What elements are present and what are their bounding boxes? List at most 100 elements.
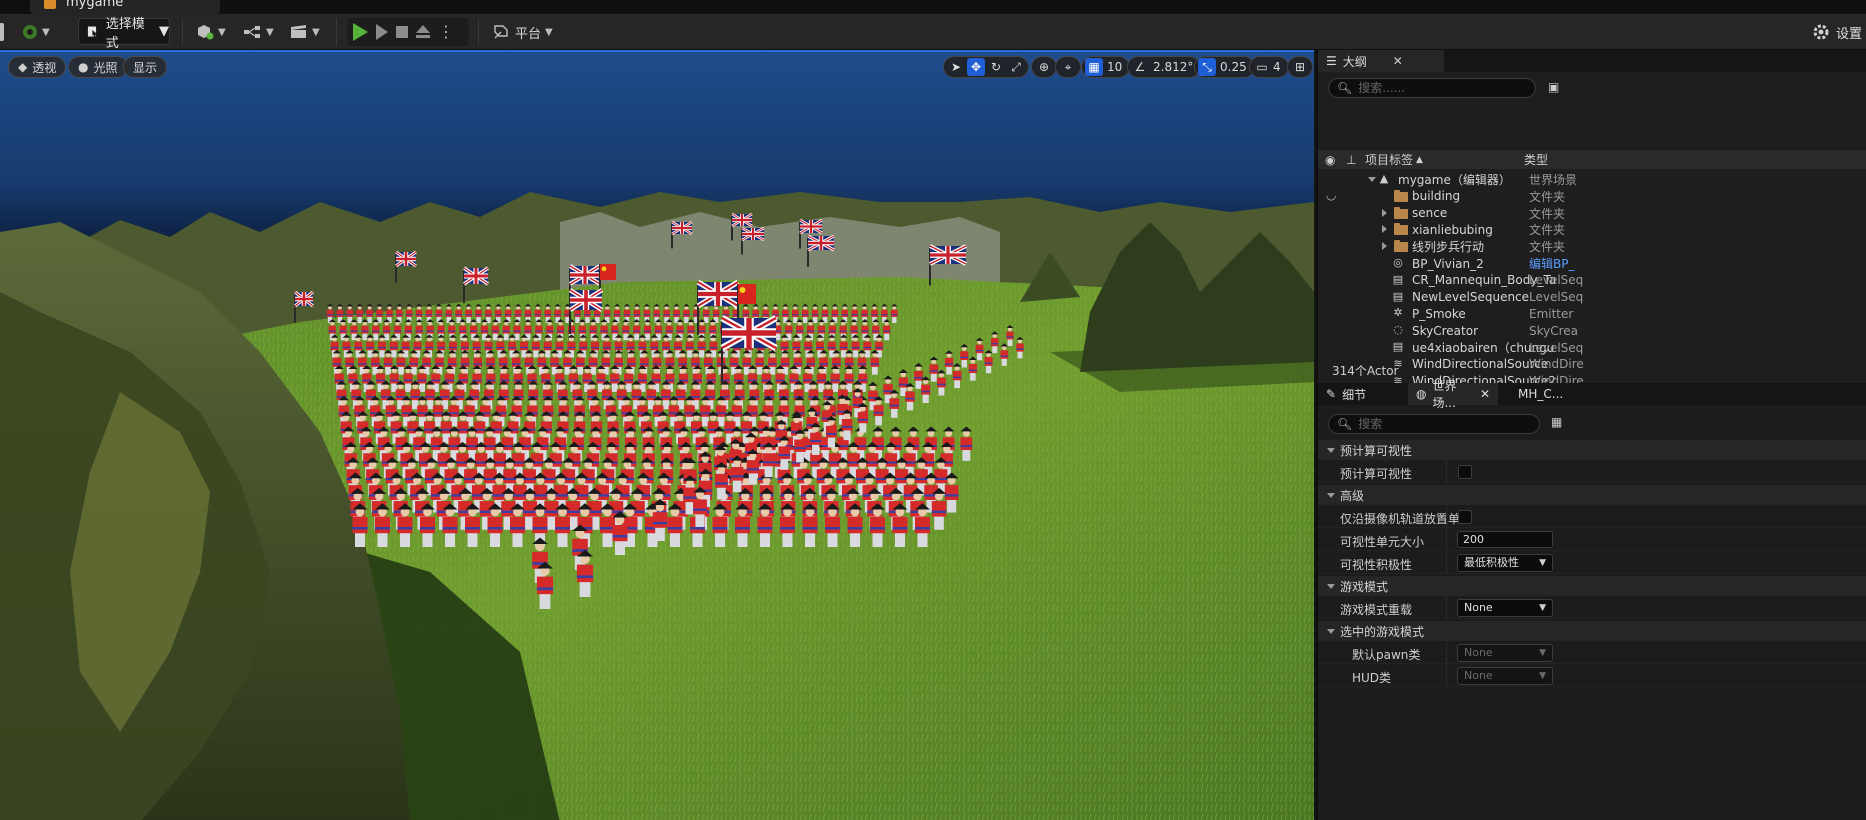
translate-icon[interactable]: ✥ [967,58,985,76]
cell-size-input[interactable]: 200 [1457,531,1553,548]
outliner-search[interactable]: 🔍︎ [1328,78,1536,98]
play-icon[interactable] [353,23,368,41]
camera-speed-value: 4 [1273,60,1281,74]
visibility-toggle-icon[interactable]: ◡ [1326,188,1336,202]
camera-speed-control[interactable]: ▭ 4 [1249,56,1289,78]
sphere-icon: ● [78,60,89,74]
platform-button[interactable]: 平台 ▼ [493,19,553,45]
chevron-down-icon: ▼ [1539,603,1546,613]
rotate-icon[interactable]: ↻ [987,58,1005,76]
outliner-item-label: SkyCreator [1412,323,1479,338]
prop-label: 游戏模式重载 [1340,603,1413,617]
tab-mh[interactable]: MH_C... [1510,383,1571,405]
outliner-search-input[interactable] [1358,81,1519,95]
outliner-icon: ☰ [1326,54,1337,68]
expanded-arrow-icon[interactable] [1368,177,1376,182]
outliner-folder-row[interactable]: 线列步兵行动 文件夹 [1318,238,1866,255]
add-actor-button[interactable]: ▼ [196,19,226,45]
outliner-item-label: mygame（编辑器） [1398,173,1511,187]
scale-icon[interactable]: ⤢ [1007,58,1025,76]
outliner-item-type[interactable]: 编辑BP_ [1529,255,1574,272]
section-advanced[interactable]: 高级 [1318,485,1866,505]
col-type[interactable]: 类型 [1524,151,1548,168]
visibility-icon[interactable]: ◉ [1325,153,1335,167]
rotate-snap-control[interactable]: ∠ 2.812° [1127,56,1202,78]
precomputed-visibility-checkbox[interactable] [1458,465,1472,479]
section-game-mode[interactable]: 游戏模式 [1318,576,1866,596]
tab-details[interactable]: ✎ 细节 [1318,383,1374,405]
outliner-folder-row[interactable]: xianliebubing 文件夹 [1318,221,1866,238]
outliner-row[interactable]: ◌ SkyCreator SkyCrea [1318,322,1866,339]
details-search-input[interactable] [1358,417,1519,431]
select-mode-icon [87,26,98,37]
outliner-row[interactable]: ▲ mygame（编辑器） 世界场景 [1318,171,1866,188]
scale-snap-control[interactable]: ⤡ 0.25 [1194,56,1255,78]
level-viewport[interactable]: ◆ 透视 ● 光照 显示 ➤ ✥ ↻ ⤢ ⊕ ⌖ ▦ 10 ∠ 2.812° ⤡… [0,50,1314,820]
outliner-item-type: Emitter [1529,306,1574,321]
aggressiveness-dropdown[interactable]: 最低积极性 ▼ [1457,554,1553,572]
section-precomputed-visibility[interactable]: 预计算可视性 [1318,440,1866,460]
close-icon[interactable]: ✕ [1480,387,1490,401]
pin-icon[interactable]: ⊥ [1346,153,1356,167]
dropdown-value: None [1464,601,1493,614]
outliner-folder-row[interactable]: sence 文件夹 [1318,205,1866,222]
show-button[interactable]: 显示 [123,56,168,78]
select-icon[interactable]: ➤ [947,58,965,76]
collapsed-arrow-icon[interactable] [1382,242,1387,251]
outliner-item-label: 线列步兵行动 [1412,240,1485,255]
pencil-icon: ✎ [1326,387,1337,401]
section-selected-game-mode[interactable]: 选中的游戏模式 [1318,621,1866,641]
lighting-label: 光照 [93,60,118,75]
prop-label: 仅沿摄像机轨道放置单元 [1340,512,1473,526]
outliner-row[interactable]: ▤ CR_Mannequin_Body_Ta LevelSeq [1318,272,1866,289]
outliner-row[interactable]: ≋ WindDirectionalSource WindDire [1318,356,1866,373]
actor-icon: ▤ [1392,340,1404,353]
eject-icon[interactable] [416,25,430,39]
divider [1446,597,1447,619]
prop-label: 默认pawn类 [1352,648,1421,662]
save-icon[interactable] [0,23,4,41]
tab-world-settings[interactable]: ◍ 世界场... ✕ [1408,379,1498,410]
scale-snap-value: 0.25 [1220,60,1247,74]
perspective-button[interactable]: ◆ 透视 [8,56,67,78]
settings-button[interactable]: 设置 [1812,19,1866,45]
game-mode-override-dropdown[interactable]: None ▼ [1457,599,1553,617]
outliner-row[interactable]: ◎ BP_Vivian_2 编辑BP_ [1318,255,1866,272]
viewport-layout-button[interactable]: ⊞ [1287,56,1313,78]
table-view-icon[interactable]: ▦ [1551,415,1562,429]
surface-snap-icon: ⌖ [1064,59,1072,74]
outliner-row[interactable]: ✲ P_Smoke Emitter [1318,305,1866,322]
outliner-item-label: P_Smoke [1412,306,1466,321]
collapsed-arrow-icon[interactable] [1382,208,1387,217]
content-browser-button[interactable]: ▼ [22,19,50,45]
close-icon[interactable]: ✕ [1393,54,1403,68]
world-settings-tab-label: 世界场... [1432,379,1457,410]
tab-outliner[interactable]: ☰ 大纲 ✕ [1318,50,1444,72]
select-mode-button[interactable]: 选择模式 ▼ [78,17,170,51]
collapsed-arrow-icon[interactable] [1382,225,1387,234]
col-item-label[interactable]: 项目标签 [1365,151,1413,168]
stop-icon[interactable] [396,26,408,38]
outliner-row[interactable]: ▤ ue4xiaobairen（chungu LevelSeq [1318,339,1866,356]
world-icon: ▲ [1379,172,1389,185]
grid-snap-control[interactable]: ▦ 10 [1081,56,1131,78]
outliner-row[interactable]: ▤ NewLevelSequence LevelSeq [1318,289,1866,306]
camera-track-checkbox[interactable] [1458,510,1472,524]
transform-tools: ➤ ✥ ↻ ⤢ [943,56,1029,78]
world-local-toggle[interactable]: ⊕ [1031,56,1057,78]
lighting-button[interactable]: ● 光照 [68,56,128,78]
chevron-down-icon: ▼ [1539,558,1546,568]
default-pawn-dropdown[interactable]: None ▼ [1457,644,1553,662]
blueprint-button[interactable]: ▼ [244,19,274,45]
play-controls: ⋮ [347,18,469,46]
add-folder-icon[interactable]: ▣ [1548,80,1559,94]
hud-class-dropdown[interactable]: None ▼ [1457,667,1553,685]
more-options-icon[interactable]: ⋮ [438,24,454,40]
step-icon[interactable] [376,24,388,40]
outliner-item-type: 文件夹 [1529,223,1566,238]
details-search[interactable]: 🔍︎ [1328,414,1540,434]
cinematics-button[interactable]: ▼ [290,19,320,45]
outliner-folder-row[interactable]: building 文件夹 [1318,188,1866,205]
actor-count: 314个Actor [1332,364,1399,378]
surface-snap-toggle[interactable]: ⌖ [1055,56,1081,78]
